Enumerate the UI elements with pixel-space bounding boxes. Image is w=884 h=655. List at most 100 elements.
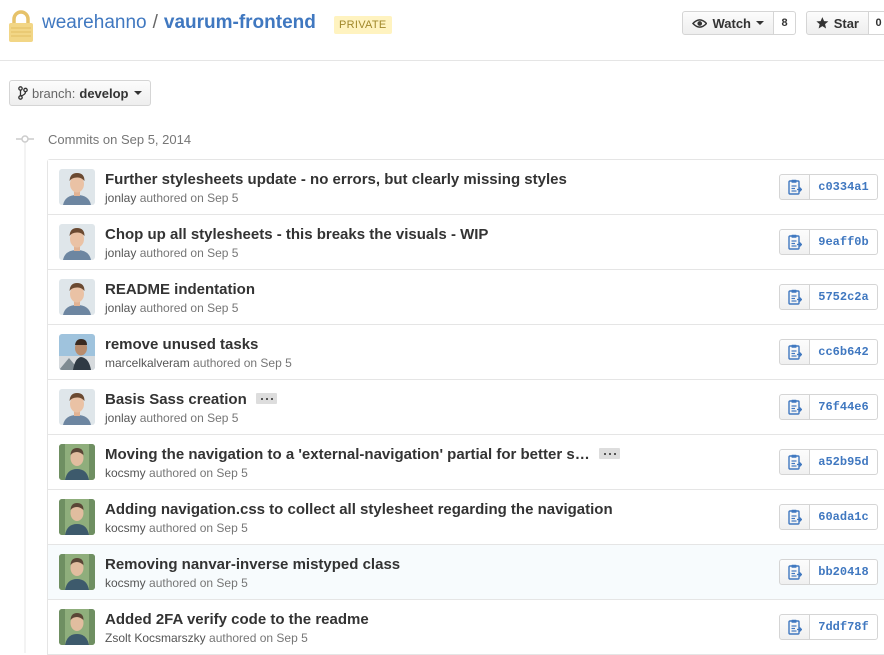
commit-author[interactable]: kocsmy: [105, 521, 146, 535]
commit-sha-link[interactable]: cc6b642: [809, 339, 878, 365]
avatar[interactable]: [59, 334, 95, 370]
copy-sha-button[interactable]: [779, 504, 810, 530]
commit-author[interactable]: jonlay: [105, 411, 136, 425]
repo-owner-link[interactable]: wearehanno: [42, 12, 147, 33]
commit-message[interactable]: remove unused tasks: [105, 336, 258, 353]
commit-message-link[interactable]: Removing nanvar-inverse mistyped class: [105, 556, 400, 573]
branch-name: develop: [79, 85, 129, 101]
copy-sha-button[interactable]: [779, 394, 810, 420]
commit-row: Removing nanvar-inverse mistyped class ko…: [48, 545, 884, 600]
avatar[interactable]: [59, 444, 95, 480]
commit-authored-date: authored on Sep 5: [149, 521, 248, 535]
commit-group-date: Commits on Sep 5, 2014: [48, 132, 192, 147]
star-label: Star: [833, 15, 859, 31]
copy-sha-button[interactable]: [779, 229, 810, 255]
avatar[interactable]: [59, 389, 95, 425]
repo-name-link[interactable]: vaurum-frontend: [164, 12, 316, 33]
commit-authored-date: authored on Sep 5: [139, 301, 239, 315]
commit-author[interactable]: kocsmy: [105, 576, 146, 590]
copy-sha-button[interactable]: [779, 449, 810, 475]
commit-authored-date: authored on Sep 5: [139, 191, 239, 205]
commit-message-link[interactable]: Adding navigation.css to collect all sty…: [105, 501, 613, 518]
avatar[interactable]: [59, 279, 95, 315]
commit-message[interactable]: Basis Sass creation: [105, 391, 247, 408]
commit-sha-link[interactable]: c0334a1: [809, 174, 878, 200]
repo-header: wearehanno / vaurum-frontend PRIVATE Watch…: [0, 0, 884, 61]
commit-message-link[interactable]: README indentation: [105, 281, 255, 298]
chevron-down-icon: [133, 91, 142, 95]
commit-authored-date: authored on Sep 5: [193, 356, 292, 370]
private-badge: PRIVATE: [334, 16, 392, 34]
commit-author[interactable]: marcelkalveram: [105, 356, 190, 370]
clipboard-icon: [788, 399, 802, 415]
commit-author[interactable]: jonlay: [105, 301, 136, 315]
commit-message-link[interactable]: Further stylesheets update - no errors, …: [105, 171, 567, 188]
avatar[interactable]: [59, 499, 95, 535]
commit-message[interactable]: Added 2FA verify code to the readme: [105, 611, 369, 628]
commit-message[interactable]: README indentation: [105, 281, 255, 298]
commit-sha-link[interactable]: 7ddf78f: [809, 614, 878, 640]
commit-meta: kocsmy authored on Sep 5: [105, 576, 248, 590]
commit-author[interactable]: jonlay: [105, 246, 136, 260]
commit-authored-date: authored on Sep 5: [209, 631, 308, 645]
commit-message[interactable]: Moving the navigation to a 'external-nav…: [105, 446, 590, 463]
commit-message-link[interactable]: Basis Sass creation: [105, 391, 277, 408]
copy-sha-button[interactable]: [779, 559, 810, 585]
clipboard-icon: [788, 344, 802, 360]
avatar[interactable]: [59, 224, 95, 260]
commit-sha-link[interactable]: a52b95d: [809, 449, 878, 475]
commit-message[interactable]: Chop up all stylesheets - this breaks th…: [105, 226, 488, 243]
commit-group-icon: [16, 135, 34, 143]
commit-row: Added 2FA verify code to the readme Zsolt…: [48, 600, 884, 655]
star-icon: [816, 17, 829, 29]
star-button[interactable]: Star: [806, 11, 869, 35]
watch-count[interactable]: 8: [774, 11, 796, 35]
commit-message-link[interactable]: Chop up all stylesheets - this breaks th…: [105, 226, 488, 243]
chevron-down-icon: [756, 21, 764, 25]
commit-meta: jonlay authored on Sep 5: [105, 411, 238, 425]
commit-sha-link[interactable]: 76f44e6: [809, 394, 878, 420]
branch-selector[interactable]: branch: develop: [9, 80, 151, 106]
branch-prefix: branch:: [32, 85, 76, 101]
clipboard-icon: [788, 454, 802, 470]
clipboard-icon: [788, 289, 802, 305]
commit-sha-link[interactable]: bb20418: [809, 559, 878, 585]
commit-row: Adding navigation.css to collect all sty…: [48, 490, 884, 545]
commit-author[interactable]: Zsolt Kocsmarszky: [105, 631, 206, 645]
commit-author[interactable]: jonlay: [105, 191, 136, 205]
star-count[interactable]: 0: [869, 11, 884, 35]
expand-message-button[interactable]: [255, 392, 277, 404]
commit-timeline-line: [24, 142, 26, 653]
avatar[interactable]: [59, 609, 95, 645]
commit-message-link[interactable]: remove unused tasks: [105, 336, 258, 353]
commit-message[interactable]: Removing nanvar-inverse mistyped class: [105, 556, 400, 573]
commit-row: Moving the navigation to a 'external-nav…: [48, 435, 884, 490]
copy-sha-button[interactable]: [779, 174, 810, 200]
commit-sha-link[interactable]: 60ada1c: [809, 504, 878, 530]
commit-authored-date: authored on Sep 5: [139, 411, 239, 425]
path-separator: /: [152, 12, 158, 33]
commit-sha-link[interactable]: 9eaff0b: [809, 229, 878, 255]
watch-button[interactable]: Watch: [682, 11, 774, 35]
commit-meta: kocsmy authored on Sep 5: [105, 466, 248, 480]
commit-message-link[interactable]: Added 2FA verify code to the readme: [105, 611, 369, 628]
watch-label: Watch: [712, 15, 751, 31]
commit-message-link[interactable]: Moving the navigation to a 'external-nav…: [105, 446, 620, 463]
copy-sha-button[interactable]: [779, 339, 810, 365]
eye-icon: [692, 18, 708, 28]
commit-author[interactable]: kocsmy: [105, 466, 146, 480]
copy-sha-button[interactable]: [779, 284, 810, 310]
commit-meta: jonlay authored on Sep 5: [105, 246, 238, 260]
expand-message-button[interactable]: [598, 447, 620, 459]
commit-meta: jonlay authored on Sep 5: [105, 301, 238, 315]
clipboard-icon: [788, 179, 802, 195]
commit-message[interactable]: Further stylesheets update - no errors, …: [105, 171, 567, 188]
avatar[interactable]: [59, 554, 95, 590]
avatar[interactable]: [59, 169, 95, 205]
commit-meta: Zsolt Kocsmarszky authored on Sep 5: [105, 631, 308, 645]
commit-message[interactable]: Adding navigation.css to collect all sty…: [105, 501, 613, 518]
commit-sha-link[interactable]: 5752c2a: [809, 284, 878, 310]
commit-row: Further stylesheets update - no errors, …: [48, 160, 884, 215]
lock-icon: [9, 10, 33, 42]
copy-sha-button[interactable]: [779, 614, 810, 640]
